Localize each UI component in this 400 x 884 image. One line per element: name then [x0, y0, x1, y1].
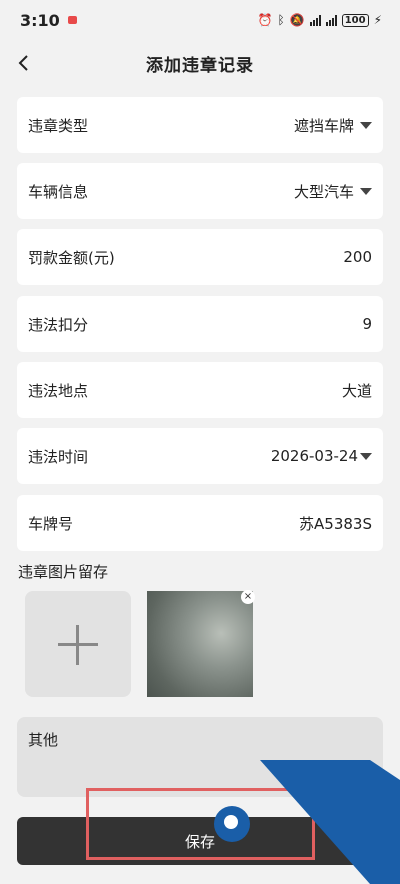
- field-label: 违法地点: [28, 381, 89, 400]
- mute-icon: 🔕: [289, 13, 305, 27]
- other-label: 其他: [28, 731, 59, 749]
- field-violation-location[interactable]: 违法地点 大道: [17, 362, 383, 418]
- field-label: 违法扣分: [28, 315, 89, 334]
- signal-icon-2: [325, 14, 337, 26]
- status-bar: 3:10 ⏰ ᛒ 🔕 100 ⚡: [0, 0, 400, 40]
- close-icon[interactable]: ×: [241, 590, 255, 604]
- field-value-group: 大型汽车: [294, 181, 372, 202]
- caret-down-icon: [360, 121, 372, 129]
- notification-app-icon: [67, 16, 77, 24]
- field-label: 违法时间: [28, 447, 89, 466]
- signal-icon-1: [309, 14, 321, 26]
- bluetooth-icon: ᛒ: [277, 13, 285, 27]
- page-title: 添加违章记录: [146, 55, 254, 76]
- field-label: 罚款金额(元): [28, 248, 115, 267]
- field-violation-type[interactable]: 违章类型 遮挡车牌: [17, 97, 383, 153]
- battery-icon: 100: [341, 13, 369, 27]
- field-value: 9: [362, 315, 372, 333]
- charging-icon: ⚡: [373, 13, 382, 27]
- chevron-left-icon[interactable]: [12, 48, 36, 78]
- save-button[interactable]: 保存: [17, 817, 383, 865]
- field-value: 200: [343, 248, 372, 266]
- header: 添加违章记录: [0, 40, 400, 86]
- photo-section-label: 违章图片留存: [18, 563, 109, 581]
- field-value: 2026-03-24: [270, 447, 358, 465]
- field-penalty-points[interactable]: 违法扣分 9: [17, 296, 383, 352]
- photo-thumbnail[interactable]: [147, 591, 253, 697]
- status-time: 3:10: [20, 10, 60, 30]
- status-left: 3:10: [20, 11, 77, 30]
- save-button-label: 保存: [184, 832, 215, 851]
- field-value: 苏A5383S: [299, 514, 372, 533]
- field-label: 车辆信息: [28, 182, 89, 201]
- field-license-plate[interactable]: 车牌号 苏A5383S: [17, 495, 383, 551]
- field-value: 遮挡车牌: [293, 116, 354, 135]
- field-label: 违章类型: [28, 116, 89, 135]
- field-label: 车牌号: [28, 514, 74, 533]
- field-vehicle-info[interactable]: 车辆信息 大型汽车: [17, 163, 383, 219]
- caret-down-icon: [360, 187, 372, 195]
- field-value: 大型汽车: [293, 182, 354, 201]
- field-value-group: 遮挡车牌: [294, 115, 372, 136]
- add-photo-button[interactable]: [25, 591, 131, 697]
- alarm-icon: ⏰: [257, 13, 273, 27]
- caret-down-icon: [360, 452, 372, 460]
- other-notes-field[interactable]: 其他: [17, 717, 383, 797]
- field-fine-amount[interactable]: 罚款金额(元) 200: [17, 229, 383, 285]
- status-icons: ⏰ ᛒ 🔕 100 ⚡: [258, 13, 382, 27]
- field-violation-time[interactable]: 违法时间 2026-03-24: [17, 428, 383, 484]
- field-value-group: 2026-03-24: [271, 447, 372, 465]
- field-value: 大道: [341, 381, 372, 400]
